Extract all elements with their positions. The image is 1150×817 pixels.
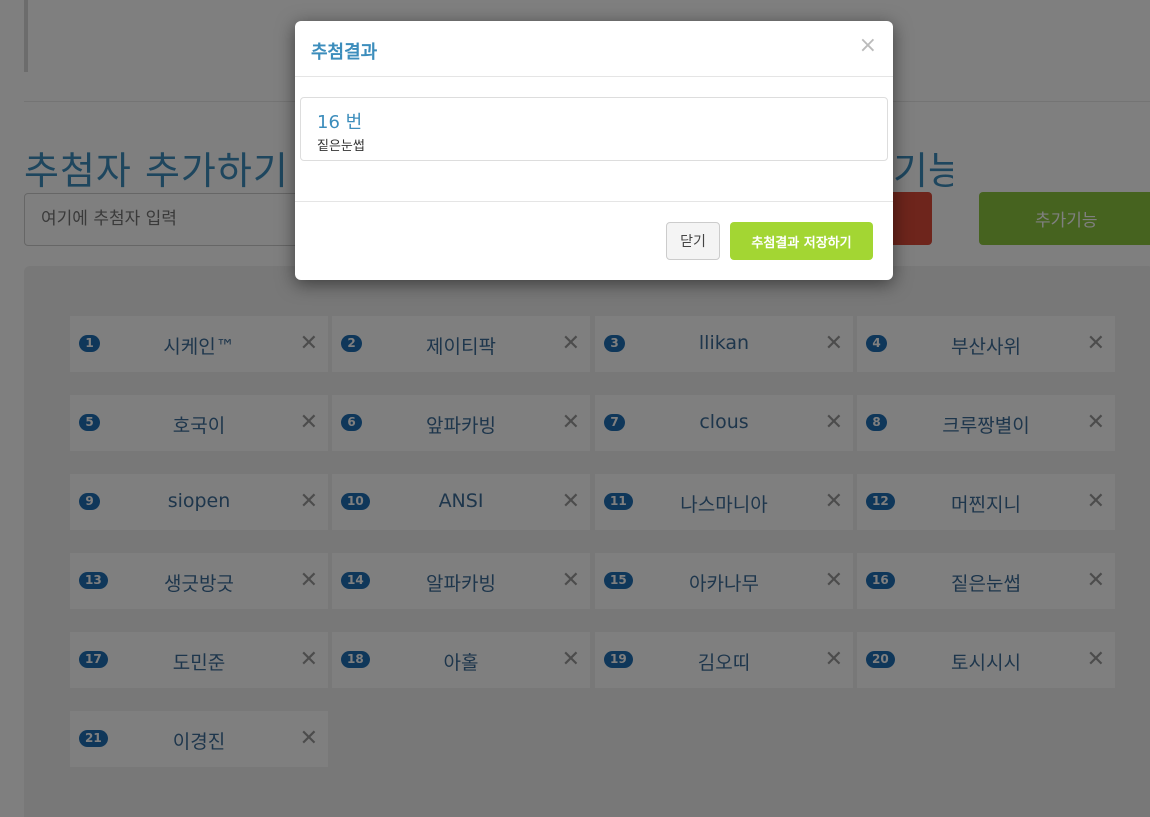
result-name: 짙은눈썹	[317, 139, 365, 154]
modal-footer-divider	[295, 201, 893, 202]
modal-title: 추첨결과	[311, 42, 378, 63]
save-result-button[interactable]: 추첨결과 저장하기	[730, 222, 873, 260]
draw-result-modal: 추첨결과 × 16 번 짙은눈썹 닫기 추첨결과 저장하기	[295, 21, 893, 280]
result-number: 16 번	[317, 112, 363, 133]
close-button[interactable]: 닫기	[666, 222, 720, 260]
draw-result-box: 16 번 짙은눈썹	[300, 97, 888, 161]
close-icon[interactable]: ×	[859, 34, 877, 58]
modal-header: 추첨결과 ×	[295, 21, 893, 77]
